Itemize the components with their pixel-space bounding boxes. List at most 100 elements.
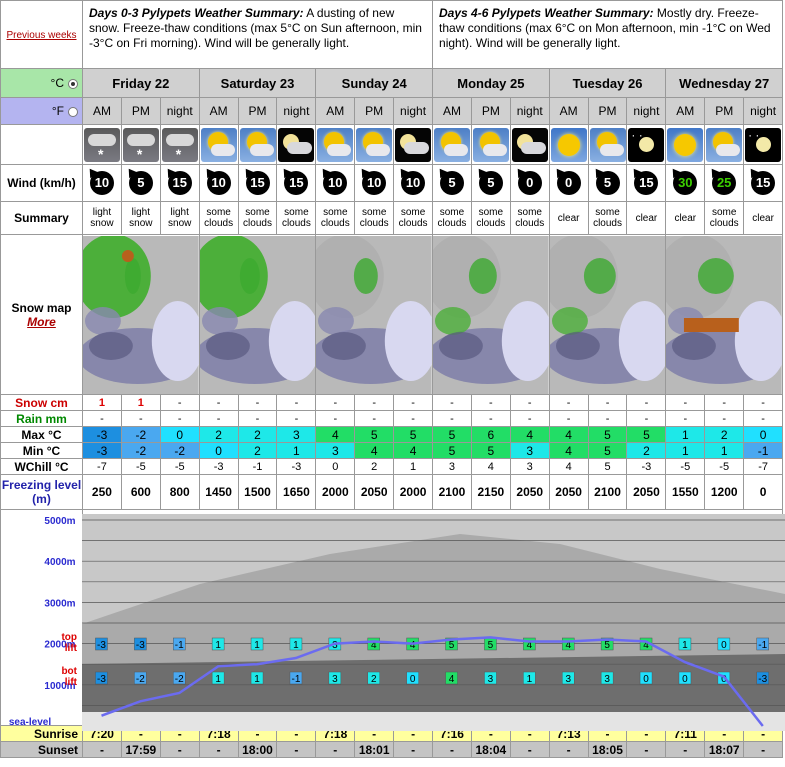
snow-ground <box>82 712 785 731</box>
freezing-level-cell: 2000 <box>393 474 434 510</box>
day-header: Sunday 24 <box>315 68 434 98</box>
max-temp-cell: 3 <box>276 426 317 443</box>
snow-map-region <box>468 257 497 294</box>
fahrenheit-radio[interactable] <box>68 106 78 117</box>
freezing-level-cell: 1650 <box>276 474 317 510</box>
bot-lift-label: lift <box>65 677 78 688</box>
max-temp-cell: 5 <box>354 426 395 443</box>
clearnight-weather-icon <box>745 127 782 162</box>
period-header: night <box>393 97 434 125</box>
wind-arrow-icon: 25 <box>712 171 737 195</box>
wind-arrow-icon: 0 <box>517 171 542 195</box>
bot-lift-temp: 2 <box>371 674 377 685</box>
freezing-level-cell: 1500 <box>237 474 278 510</box>
sunset-cell: - <box>548 741 589 758</box>
top-lift-temp: 5 <box>449 640 455 651</box>
sunset-cell: - <box>509 741 550 758</box>
wind-cell: 15 <box>237 164 278 202</box>
freezing-level-cell: 2000 <box>315 474 356 510</box>
max-temp-cell: 4 <box>315 426 356 443</box>
snow-map-image[interactable] <box>316 235 432 394</box>
weather-icon-cell <box>120 124 161 165</box>
min-temp-cell: 3 <box>509 442 550 459</box>
top-lift-temp: 1 <box>254 640 260 651</box>
rain-cell: - <box>587 410 628 427</box>
wind-arrow-icon: 15 <box>634 171 659 195</box>
sunset-cell: - <box>82 741 122 758</box>
wind-arrow-icon: 5 <box>128 171 153 195</box>
cloudday-weather-icon <box>317 127 354 162</box>
summary-heading: Days 0-3 Pylypets Weather Summary: <box>89 6 304 20</box>
rain-cell: - <box>82 410 122 427</box>
wchill-cell: 2 <box>354 458 395 475</box>
summary-label: Summary <box>0 201 83 235</box>
wind-label: Wind (km/h) <box>0 164 83 202</box>
max-temp-cell: -3 <box>82 426 122 443</box>
altitude-scale-label: 4000m <box>44 557 75 568</box>
snow-map-cell[interactable] <box>432 234 550 395</box>
sunset-cell: 18:04 <box>470 741 511 758</box>
snow-cell: - <box>548 394 589 411</box>
snow-map-image[interactable] <box>83 235 199 394</box>
period-header: PM <box>704 97 745 125</box>
snow-cell: - <box>704 394 745 411</box>
wind-arrow-icon: 0 <box>556 171 581 195</box>
rain-cell: - <box>470 410 511 427</box>
freezing-level-cell: 2150 <box>470 474 511 510</box>
bot-lift-temp: -2 <box>136 674 145 685</box>
day-header: Monday 25 <box>432 68 550 98</box>
top-lift-temp: 5 <box>604 640 610 651</box>
top-lift-temp: 5 <box>488 640 494 651</box>
rain-cell: - <box>743 410 784 427</box>
fahrenheit-toggle[interactable]: °F <box>0 97 83 125</box>
snow-map-region <box>551 306 588 335</box>
snow-map-region <box>435 306 471 335</box>
snow-map-region <box>88 331 133 360</box>
rain-cell: - <box>354 410 395 427</box>
rain-cell: - <box>276 410 317 427</box>
wind-arrow-icon: 10 <box>401 171 426 195</box>
weather-icon-cell <box>237 124 278 165</box>
celsius-radio[interactable] <box>68 78 78 89</box>
snow-map-cell[interactable] <box>198 234 317 395</box>
weather-icon-cell <box>159 124 200 165</box>
summary-cell: clear <box>743 201 784 235</box>
wind-cell: 15 <box>743 164 784 202</box>
previous-weeks-link[interactable]: Previous weeks <box>6 30 76 41</box>
snow-cell: - <box>393 394 434 411</box>
snow-map-cell[interactable] <box>82 234 200 395</box>
snow-map-image[interactable] <box>433 235 549 394</box>
snow-map-more-link[interactable]: More <box>27 315 56 329</box>
weather-icon-cell <box>509 124 550 165</box>
rain-cell: - <box>509 410 550 427</box>
snow-map-cell[interactable] <box>315 234 434 395</box>
snow-map-cell[interactable] <box>665 234 784 395</box>
top-lift-temp: -3 <box>97 640 106 651</box>
max-temp-cell: 2 <box>198 426 239 443</box>
snow-map-region <box>555 331 600 360</box>
cloudday-weather-icon <box>433 127 470 162</box>
max-temp-cell: 5 <box>393 426 434 443</box>
wind-arrow-icon: 5 <box>595 171 620 195</box>
wchill-cell: -1 <box>237 458 278 475</box>
weather-icon-cell <box>626 124 667 165</box>
min-temp-cell: -3 <box>82 442 122 459</box>
snow-map-cell[interactable] <box>548 234 667 395</box>
snow-map-image[interactable] <box>200 235 316 394</box>
period-header: AM <box>315 97 356 125</box>
max-temp-cell: 2 <box>237 426 278 443</box>
celsius-toggle[interactable]: °C <box>0 68 83 98</box>
summary-cell: clear <box>665 201 706 235</box>
wind-cell: 0 <box>509 164 550 202</box>
top-lift-temp: 1 <box>293 640 299 651</box>
wind-cell: 5 <box>587 164 628 202</box>
day-header: Saturday 23 <box>198 68 317 98</box>
snow-cell: - <box>626 394 667 411</box>
bot-lift-temp: -3 <box>758 674 767 685</box>
snow-map-image[interactable] <box>666 235 782 394</box>
rain-cell: - <box>432 410 472 427</box>
freezing-level-cell: 0 <box>743 474 784 510</box>
snow-map-image[interactable] <box>550 235 666 394</box>
rain-cell: - <box>393 410 434 427</box>
period-header: AM <box>82 97 122 125</box>
